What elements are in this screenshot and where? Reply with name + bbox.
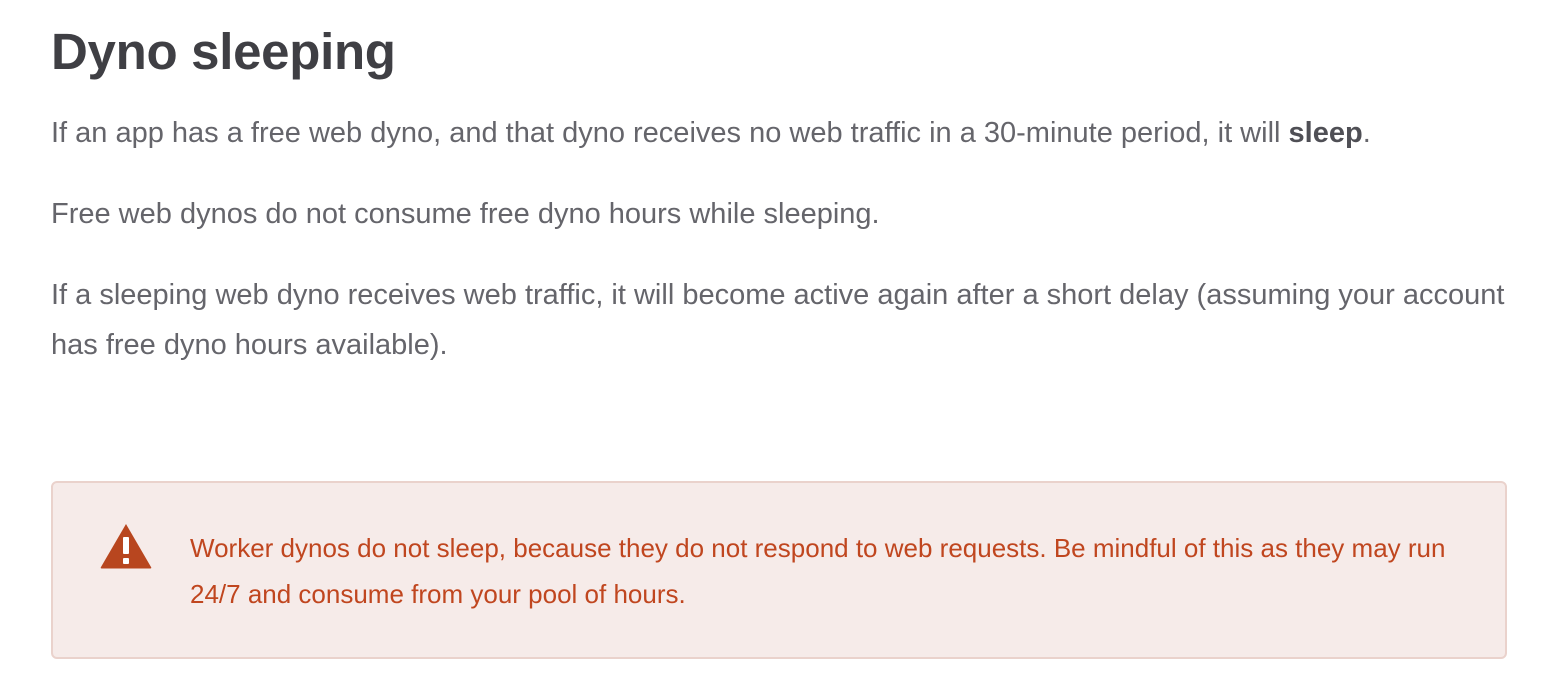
warning-triangle-icon	[99, 522, 153, 570]
warning-callout: Worker dynos do not sleep, because they …	[51, 481, 1507, 659]
article-content: Dyno sleeping If an app has a free web d…	[51, 0, 1509, 370]
paragraph-sleep-intro: If an app has a free web dyno, and that …	[51, 108, 1509, 158]
paragraph-wake-up: If a sleeping web dyno receives web traf…	[51, 279, 1505, 361]
page-title: Dyno sleeping	[51, 23, 396, 80]
paragraph-sleep-intro-end: .	[1362, 117, 1371, 149]
warning-text: Worker dynos do not sleep, because they …	[190, 533, 1446, 609]
sleep-emphasis: sleep	[1288, 117, 1363, 149]
paragraph-free-hours: Free web dynos do not consume free dyno …	[51, 198, 880, 230]
paragraph-sleep-intro-text: If an app has a free web dyno, and that …	[51, 117, 1289, 149]
